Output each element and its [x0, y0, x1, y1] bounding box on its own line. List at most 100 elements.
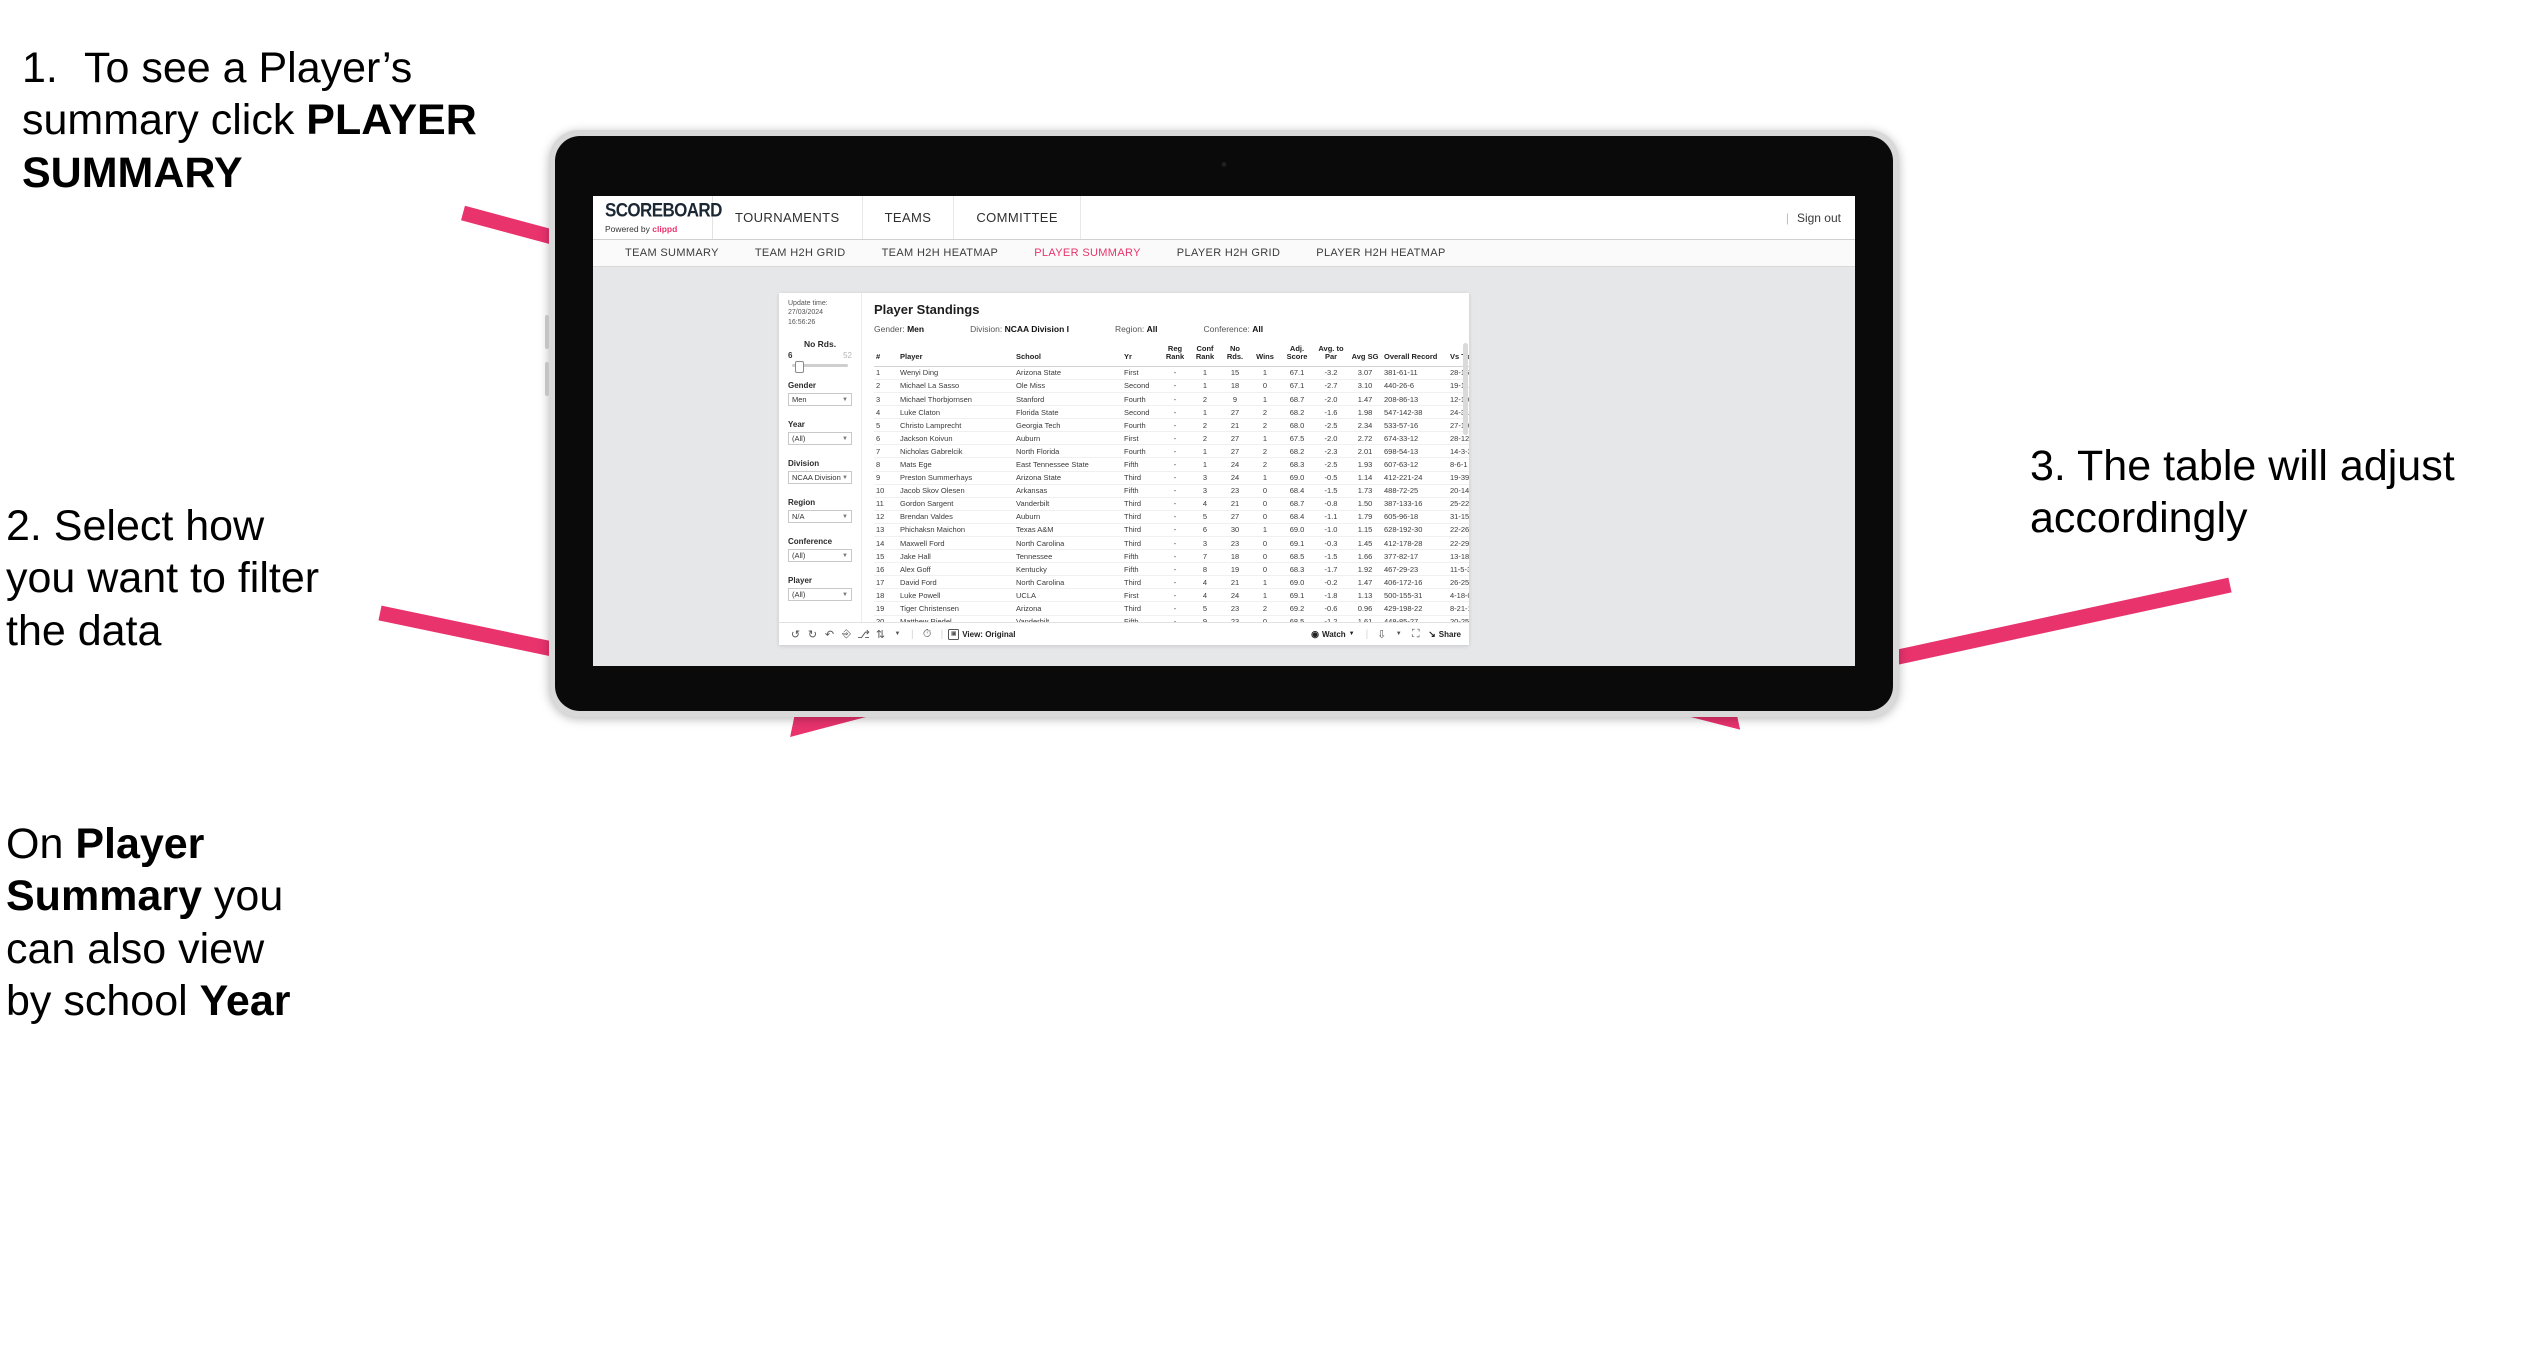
cell-wins: 1: [1250, 575, 1280, 590]
filter-player: Player (All) ▼: [788, 576, 852, 602]
tab-team-h2h-heatmap[interactable]: TEAM H2H HEATMAP: [864, 247, 1017, 259]
table-row[interactable]: 5 Christo Lamprecht Georgia Tech Fourth -2 21…: [874, 418, 1469, 433]
cell-avg-sg: 1.92: [1348, 562, 1382, 577]
filter-region-select[interactable]: N/A ▼: [788, 510, 852, 524]
sign-out-divider: |: [1785, 210, 1789, 225]
cell-rank: 16: [874, 562, 898, 577]
top-nav-teams[interactable]: TEAMS: [863, 196, 955, 239]
cell-avg-to-par: -2.3: [1314, 444, 1348, 459]
tab-team-h2h-grid[interactable]: TEAM H2H GRID: [737, 247, 864, 259]
slider-track[interactable]: [792, 360, 848, 373]
cell-player: Gordon Sargent: [898, 497, 1014, 511]
filter-gender-select[interactable]: Men ▼: [788, 393, 852, 407]
share-button[interactable]: ↘ Share: [1428, 629, 1461, 640]
col-avg-sg[interactable]: Avg SG: [1348, 343, 1382, 367]
chevron-down-icon[interactable]: ▼: [1390, 631, 1407, 637]
cell-adj-score: 68.3: [1280, 562, 1314, 577]
table-row[interactable]: 2 Michael La Sasso Ole Miss Second -1 18 0 67.1…: [874, 379, 1469, 393]
table-row[interactable]: 20 Matthew Riedel Vanderbilt Fifth -9 23 0 68.5…: [874, 615, 1469, 622]
cell-adj-score: 69.0: [1280, 471, 1314, 485]
filter-year-select[interactable]: (All) ▼: [788, 432, 852, 446]
cell-vs-top-25: 14-3-3: [1448, 444, 1469, 459]
table-row[interactable]: 18 Luke Powell UCLA First -4 24 1 69.1 -1.8 1.13 5…: [874, 588, 1469, 603]
table-row[interactable]: 13 Phichaksn Maichon Texas A&M Third -6 30 1 69…: [874, 523, 1469, 538]
table-row[interactable]: 10 Jacob Skov Olesen Arkansas Fifth -3 23 0 68.…: [874, 484, 1469, 498]
cell-vs-top-25: 11-5-3: [1448, 562, 1469, 577]
cell-avg-to-par: -2.5: [1314, 418, 1348, 433]
cell-avg-sg: 1.47: [1348, 392, 1382, 407]
cell-no-rds: 9: [1220, 392, 1250, 407]
table-row[interactable]: 14 Maxwell Ford North Carolina Third -3 23 0 69…: [874, 536, 1469, 551]
undo-icon[interactable]: ↺: [787, 628, 804, 641]
pause-icon[interactable]: ⎆: [838, 628, 855, 641]
redo-icon[interactable]: ↻: [804, 628, 821, 641]
view-original-button[interactable]: ▣ View: Original: [948, 628, 1015, 640]
table-row[interactable]: 9 Preston Summerhays Arizona State Third -3 2…: [874, 471, 1469, 485]
filter-gender: Gender Men ▼: [788, 381, 852, 407]
cell-school: UCLA: [1014, 588, 1122, 603]
tab-player-summary[interactable]: PLAYER SUMMARY: [1016, 247, 1159, 259]
col-wins[interactable]: Wins: [1250, 343, 1280, 367]
table-scrollbar[interactable]: [1463, 343, 1468, 436]
cell-player: Michael Thorbjornsen: [898, 392, 1014, 407]
meta-gender: Gender: Men: [874, 324, 924, 334]
col-rank[interactable]: #: [874, 343, 898, 367]
toolbar-divider: |: [940, 628, 944, 640]
col-school[interactable]: School: [1014, 343, 1122, 367]
tablet-button-volume-up: [545, 315, 549, 349]
slider-handle[interactable]: [795, 360, 805, 373]
col-no-rds[interactable]: No Rds.: [1220, 343, 1250, 367]
cell-rank: 5: [874, 418, 898, 433]
refresh-icon[interactable]: ⇅: [872, 628, 889, 641]
cell-avg-to-par: -0.5: [1314, 471, 1348, 485]
table-row[interactable]: 17 David Ford North Carolina Third -4 21 1 69.0…: [874, 575, 1469, 590]
cell-yr: Third: [1122, 471, 1160, 485]
col-reg-rank[interactable]: Reg Rank: [1160, 343, 1190, 367]
cell-reg-rank: -: [1160, 366, 1190, 380]
table-row[interactable]: 15 Jake Hall Tennessee Fifth -7 18 0 68.5 -1.5 1.…: [874, 549, 1469, 564]
filter-division-select[interactable]: NCAA Division I ▼: [788, 471, 852, 485]
cell-avg-sg: 1.93: [1348, 457, 1382, 472]
table-row[interactable]: 6 Jackson Koivun Auburn First -2 27 1 67.5 -2.0 2…: [874, 431, 1469, 446]
table-row[interactable]: 1 Wenyi Ding Arizona State First -1 15 1 67.1 -3…: [874, 366, 1469, 380]
col-overall-record[interactable]: Overall Record: [1382, 343, 1448, 367]
cell-overall-record: 412-178-28: [1382, 536, 1448, 551]
top-nav-committee[interactable]: COMMITTEE: [954, 196, 1081, 239]
sign-out-link[interactable]: Sign out: [1797, 211, 1841, 225]
col-yr[interactable]: Yr: [1122, 343, 1160, 367]
table-row[interactable]: 7 Nicholas Gabrelcik North Florida Fourth -1…: [874, 444, 1469, 459]
resume-icon[interactable]: ⎇: [855, 628, 872, 641]
table-body: 1 Wenyi Ding Arizona State First -1 15 1 67.1 -3…: [874, 366, 1469, 622]
fullscreen-icon[interactable]: ⛶: [1407, 628, 1424, 641]
tab-player-h2h-heatmap[interactable]: PLAYER H2H HEATMAP: [1298, 247, 1463, 259]
watch-button[interactable]: ◉ Watch ▼: [1311, 629, 1355, 640]
tab-team-summary[interactable]: TEAM SUMMARY: [607, 247, 737, 259]
col-player[interactable]: Player: [898, 343, 1014, 367]
filter-player-select[interactable]: (All) ▼: [788, 588, 852, 602]
cell-avg-to-par: -1.1: [1314, 510, 1348, 524]
chevron-down-icon[interactable]: ▼: [889, 631, 906, 637]
table-row[interactable]: 19 Tiger Christensen Arizona Third -5 23 2 69.2…: [874, 601, 1469, 616]
filter-no-rounds: No Rds. 6 52: [788, 339, 852, 373]
col-adj-score[interactable]: Adj. Score: [1280, 343, 1314, 367]
download-icon[interactable]: ⇩: [1373, 628, 1390, 641]
table-row[interactable]: 8 Mats Ege East Tennessee State Fifth -1 24 2 6…: [874, 457, 1469, 472]
col-avg-to-par[interactable]: Avg. to Par: [1314, 343, 1348, 367]
clock-icon[interactable]: ⏱: [919, 628, 936, 641]
sign-out-area: | Sign out: [1786, 196, 1841, 239]
table-row[interactable]: 3 Michael Thorbjornsen Stanford Fourth -2 9 1 6…: [874, 392, 1469, 407]
table-row[interactable]: 12 Brendan Valdes Auburn Third -5 27 0 68.4 -1.1…: [874, 510, 1469, 524]
top-nav-tournaments[interactable]: TOURNAMENTS: [713, 196, 863, 239]
cell-avg-sg: 2.34: [1348, 418, 1382, 433]
revert-icon[interactable]: ↶: [821, 628, 838, 641]
tab-player-h2h-grid[interactable]: PLAYER H2H GRID: [1159, 247, 1298, 259]
sub-navigation: TEAM SUMMARY TEAM H2H GRID TEAM H2H HEAT…: [593, 240, 1855, 267]
cell-reg-rank: -: [1160, 431, 1190, 446]
cell-overall-record: 377-82-17: [1382, 549, 1448, 564]
table-row[interactable]: 11 Gordon Sargent Vanderbilt Third -4 21 0 68.7…: [874, 497, 1469, 511]
filter-conference-select[interactable]: (All) ▼: [788, 549, 852, 563]
table-row[interactable]: 16 Alex Goff Kentucky Fifth -8 19 0 68.3 -1.7 1.9…: [874, 562, 1469, 577]
table-row[interactable]: 4 Luke Claton Florida State Second -1 27 2 68.2…: [874, 405, 1469, 420]
col-conf-rank[interactable]: Conf Rank: [1190, 343, 1220, 367]
cell-school: Arkansas: [1014, 484, 1122, 498]
